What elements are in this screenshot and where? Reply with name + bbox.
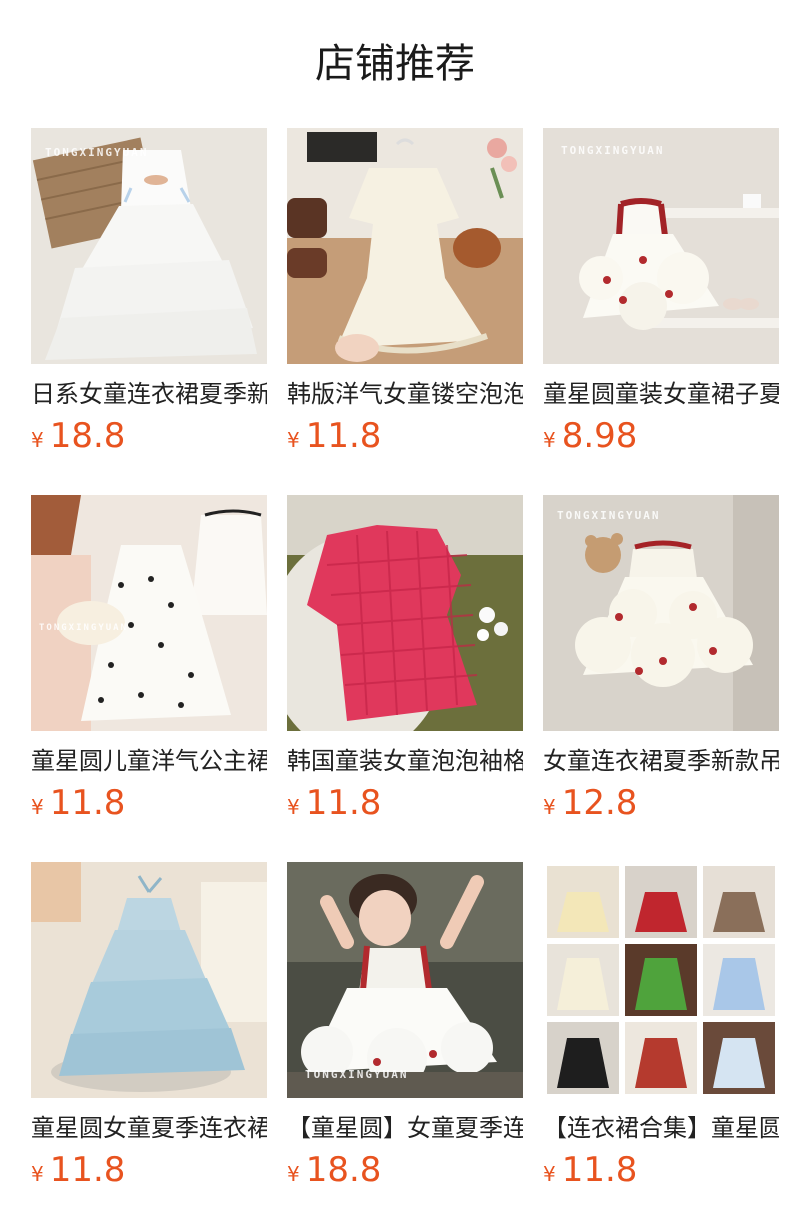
product-grid: TONGXINGYUAN 日系女童连衣裙夏季新款 ¥18.8 韩版洋气女童镂空泡…: [0, 0, 790, 1230]
product-price: ¥11.8: [31, 1148, 267, 1198]
product-card[interactable]: TONGXINGYUAN 童星圆童装女童裙子夏季 ¥8.98: [543, 128, 779, 464]
product-name: 【童星圆】女童夏季连衣: [287, 1114, 523, 1142]
product-card[interactable]: 韩国童装女童泡泡袖格子 ¥11.8: [287, 495, 523, 831]
watermark-text: TONGXINGYUAN: [45, 146, 149, 159]
product-image-toddler-halter-dress[interactable]: TONGXINGYUAN: [287, 862, 523, 1098]
product-image-pink-gingham-dress[interactable]: [287, 495, 523, 731]
product-card[interactable]: 童星圆女童夏季连衣裙 ¥11.8: [31, 862, 267, 1198]
product-name: 女童连衣裙夏季新款吊带: [543, 747, 779, 775]
product-photo: [31, 128, 267, 364]
price-value: 12.8: [561, 783, 638, 823]
product-card[interactable]: TONGXINGYUAN 女童连衣裙夏季新款吊带 ¥12.8: [543, 495, 779, 831]
watermark-text: TONGXINGYUAN: [561, 144, 665, 157]
price-value: 11.8: [561, 1150, 638, 1190]
watermark-text: TONGXINGYUAN: [305, 1068, 409, 1081]
product-name: 童星圆儿童洋气公主裙: [31, 747, 267, 775]
product-price: ¥11.8: [543, 1148, 779, 1198]
product-card[interactable]: TONGXINGYUAN 【童星圆】女童夏季连衣 ¥18.8: [287, 862, 523, 1198]
product-name: 童星圆女童夏季连衣裙: [31, 1114, 267, 1142]
currency-symbol: ¥: [543, 795, 556, 819]
watermark-text: TONGXINGYUAN: [557, 509, 661, 522]
product-price: ¥11.8: [31, 781, 267, 831]
currency-symbol: ¥: [543, 1162, 556, 1186]
product-card[interactable]: TONGXINGYUAN 日系女童连衣裙夏季新款 ¥18.8: [31, 128, 267, 464]
product-image-red-strap-petal-dress[interactable]: TONGXINGYUAN: [543, 128, 779, 364]
product-image-halter-petal-dress[interactable]: TONGXINGYUAN: [543, 495, 779, 731]
product-name: 【连衣裙合集】童星圆: [543, 1114, 779, 1142]
product-price: ¥12.8: [543, 781, 779, 831]
currency-symbol: ¥: [543, 428, 556, 452]
product-image-cream-eyelet-dress[interactable]: [287, 128, 523, 364]
product-price: ¥11.8: [287, 781, 523, 831]
currency-symbol: ¥: [31, 795, 44, 819]
product-name: 日系女童连衣裙夏季新款: [31, 380, 267, 408]
product-price: ¥18.8: [31, 414, 267, 464]
product-name: 童星圆童装女童裙子夏季: [543, 380, 779, 408]
product-price: ¥11.8: [287, 414, 523, 464]
product-price: ¥18.8: [287, 1148, 523, 1198]
product-image-heart-print-dress[interactable]: TONGXINGYUAN: [31, 495, 267, 731]
watermark-text: TONGXINGYUAN: [39, 623, 129, 633]
product-photo: [287, 862, 523, 1098]
price-value: 8.98: [561, 416, 638, 456]
product-photo: [543, 495, 779, 731]
price-value: 11.8: [305, 783, 382, 823]
currency-symbol: ¥: [287, 1162, 300, 1186]
product-price: ¥8.98: [543, 414, 779, 464]
product-image-blue-tiered-dress[interactable]: [31, 862, 267, 1098]
product-card[interactable]: 【连衣裙合集】童星圆 ¥11.8: [543, 862, 779, 1198]
currency-symbol: ¥: [31, 1162, 44, 1186]
product-photo: [287, 495, 523, 731]
product-photo: [543, 128, 779, 364]
price-value: 18.8: [305, 1150, 382, 1190]
product-image-dress-collection-grid[interactable]: [543, 862, 779, 1098]
product-photo: [287, 128, 523, 364]
price-value: 11.8: [49, 1150, 126, 1190]
currency-symbol: ¥: [287, 428, 300, 452]
currency-symbol: ¥: [31, 428, 44, 452]
product-photo: [31, 862, 267, 1098]
product-name: 韩国童装女童泡泡袖格子: [287, 747, 523, 775]
price-value: 18.8: [49, 416, 126, 456]
product-name: 韩版洋气女童镂空泡泡袖: [287, 380, 523, 408]
product-photo: [543, 862, 779, 1098]
price-value: 11.8: [305, 416, 382, 456]
product-card[interactable]: 韩版洋气女童镂空泡泡袖 ¥11.8: [287, 128, 523, 464]
product-card[interactable]: TONGXINGYUAN 童星圆儿童洋气公主裙 ¥11.8: [31, 495, 267, 831]
price-value: 11.8: [49, 783, 126, 823]
currency-symbol: ¥: [287, 795, 300, 819]
product-image-white-tulle-dress[interactable]: TONGXINGYUAN: [31, 128, 267, 364]
product-photo: [31, 495, 267, 731]
